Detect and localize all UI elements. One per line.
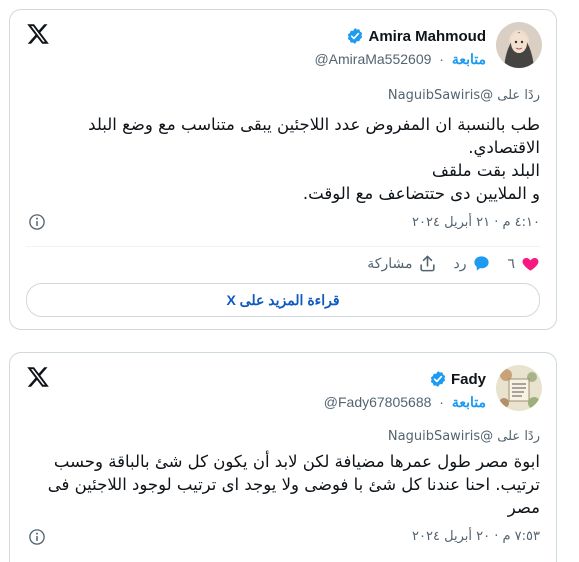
display-name: Amira Mahmoud xyxy=(368,27,486,45)
verified-badge-icon xyxy=(348,28,363,44)
read-more-button[interactable]: قراءة المزيد على X xyxy=(26,283,540,317)
divider xyxy=(26,246,540,247)
info-icon[interactable] xyxy=(28,528,46,546)
user-name-row[interactable]: Amira Mahmoud xyxy=(346,27,486,45)
tweet-text: ابوة مصر طول عمرها مضيافة لكن لابد أن يك… xyxy=(47,452,540,517)
info-icon[interactable] xyxy=(28,213,46,231)
share-button[interactable]: مشاركة xyxy=(367,254,437,273)
x-logo-icon[interactable] xyxy=(26,22,50,46)
heart-icon xyxy=(522,257,539,271)
user-name-row[interactable]: Fady xyxy=(429,370,486,388)
reply-button[interactable]: رد xyxy=(453,254,491,273)
share-label: مشاركة xyxy=(367,255,413,271)
reply-to-line[interactable]: ردًا على @NaguibSawiris xyxy=(388,88,540,103)
follow-link[interactable]: متابعة xyxy=(452,51,486,67)
reply-label: رد xyxy=(453,255,467,271)
separator-dot: · xyxy=(439,394,444,410)
tweet-card[interactable]: Fady @Fady67805688 · متابعة ردًا على @Na… xyxy=(9,352,557,562)
tweet-card[interactable]: Amira Mahmoud @AmiraMa552609 · متابعة رد… xyxy=(9,9,557,330)
separator-dot: · xyxy=(439,51,444,67)
action-bar: ٦ رد مشاركة xyxy=(367,254,540,273)
reply-to-line[interactable]: ردًا على @NaguibSawiris xyxy=(388,429,540,444)
tweet-timestamp[interactable]: ٤:١٠ م · ٢١ أبريل ٢٠٢٤ xyxy=(412,215,540,230)
verified-badge-icon xyxy=(430,371,446,387)
handle-row: @AmiraMa552609 · متابعة xyxy=(314,51,486,68)
tweet-timestamp[interactable]: ٧:٥٣ م · ٢٠ أبريل ٢٠٢٤ xyxy=(412,529,540,544)
like-button[interactable]: ٦ xyxy=(507,254,540,273)
like-count: ٦ xyxy=(507,255,515,271)
user-handle[interactable]: @Fady67805688 xyxy=(324,394,432,410)
follow-link[interactable]: متابعة xyxy=(452,394,486,410)
avatar[interactable] xyxy=(496,22,542,68)
user-handle[interactable]: @AmiraMa552609 xyxy=(314,51,431,67)
reply-bubble-icon xyxy=(474,256,490,271)
handle-row: @Fady67805688 · متابعة xyxy=(324,394,486,411)
display-name: Fady xyxy=(450,370,486,388)
share-upload-icon xyxy=(420,255,436,272)
avatar[interactable] xyxy=(496,365,542,411)
x-logo-icon[interactable] xyxy=(26,365,50,389)
tweet-text: طب بالنسبة ان المفروض عدد اللاجئين يبقى … xyxy=(88,115,540,203)
